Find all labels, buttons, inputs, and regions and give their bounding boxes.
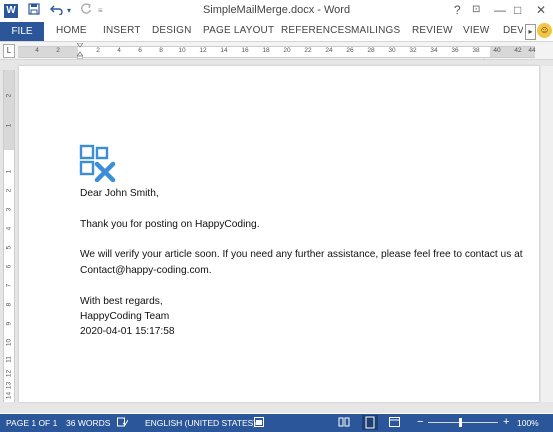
tab-view[interactable]: VIEW: [463, 25, 489, 36]
ruler-label: 2: [5, 188, 13, 193]
ruler-label: 11: [5, 356, 13, 363]
ruler-label: 8: [5, 302, 13, 307]
ruler-label: 30: [388, 47, 396, 54]
tab-selector[interactable]: L: [3, 44, 15, 58]
tab-page-layout[interactable]: PAGE LAYOUT: [203, 25, 274, 36]
timestamp-text[interactable]: 2020-04-01 15:17:58: [80, 326, 175, 337]
body-line-1[interactable]: Thank you for posting on HappyCoding.: [80, 219, 260, 230]
ruler-label: 18: [262, 47, 270, 54]
tab-references[interactable]: REFERENCES: [281, 25, 351, 36]
ruler-label: 10: [5, 338, 13, 347]
tab-developer[interactable]: DEVE: [503, 25, 523, 36]
tab-home[interactable]: HOME: [56, 25, 87, 36]
print-layout-icon[interactable]: [362, 415, 378, 430]
proofing-icon[interactable]: [117, 417, 129, 427]
ruler-label: 6: [5, 264, 13, 269]
horizontal-ruler[interactable]: 4 2 2 4 6 8 10 12 14 16 18 20 22 24 26 2…: [18, 46, 536, 58]
ruler-label: 3: [5, 207, 13, 212]
web-layout-icon[interactable]: [389, 417, 400, 427]
ruler-label: 2: [5, 93, 13, 98]
top-margin-area: [4, 70, 14, 150]
word-count[interactable]: 36 WORDS: [66, 418, 110, 428]
ribbon-display-options-icon[interactable]: ⊡: [472, 4, 480, 15]
zoom-level[interactable]: 100%: [517, 418, 539, 428]
ruler-label: 6: [138, 47, 142, 54]
company-logo: [79, 144, 117, 183]
ruler-label: 2: [56, 47, 60, 54]
ruler-label: 28: [367, 47, 375, 54]
ruler-label: 36: [451, 47, 459, 54]
ruler-label: 34: [430, 47, 438, 54]
greeting-text[interactable]: Dear John Smith,: [80, 188, 159, 199]
ruler-label: 26: [346, 47, 354, 54]
contact-email[interactable]: Contact@happy-coding.com.: [80, 265, 212, 276]
tab-mailings[interactable]: MAILINGS: [351, 25, 400, 36]
ruler-label: 42: [514, 47, 522, 54]
language-indicator[interactable]: ENGLISH (UNITED STATES): [145, 418, 256, 428]
ruler-label: 40: [493, 47, 501, 54]
ruler-label: 5: [5, 245, 13, 250]
tab-review[interactable]: REVIEW: [412, 25, 453, 36]
ruler-label: 44: [528, 47, 536, 54]
help-button[interactable]: ?: [454, 3, 461, 17]
restore-button[interactable]: □: [514, 3, 521, 17]
zoom-slider-thumb[interactable]: [459, 418, 462, 427]
window-title: SimpleMailMerge.docx - Word: [202, 4, 351, 16]
page-count[interactable]: PAGE 1 OF 1: [6, 418, 57, 428]
ruler-label: 8: [159, 47, 163, 54]
vertical-ruler[interactable]: 2 1 1 2 3 4 5 6 7 8 9 10 11 12 13 14: [3, 70, 15, 402]
ruler-label: 14: [220, 47, 228, 54]
body-line-2[interactable]: We will verify your article soon. If you…: [80, 249, 523, 260]
ruler-label: 24: [325, 47, 333, 54]
ruler-label: 7: [5, 283, 13, 288]
closing-text[interactable]: With best regards,: [80, 296, 163, 307]
indent-marker[interactable]: [76, 42, 84, 60]
ruler-label: 2: [96, 47, 100, 54]
ruler-label: 4: [35, 47, 39, 54]
zoom-out-button[interactable]: −: [417, 416, 423, 428]
ruler-label: 1: [5, 123, 13, 128]
ruler-label: 16: [241, 47, 249, 54]
ruler-label: 14: [5, 391, 13, 400]
zoom-slider[interactable]: [428, 422, 498, 423]
title-bar: W ▾ ≡ SimpleMailMerge.docx - Word ? ⊡ — …: [0, 0, 553, 22]
close-button[interactable]: ✕: [536, 3, 546, 17]
ruler-label: 20: [283, 47, 291, 54]
left-margin-area: [18, 47, 78, 57]
status-bar: PAGE 1 OF 1 36 WORDS ENGLISH (UNITED STA…: [0, 414, 553, 432]
signature-text[interactable]: HappyCoding Team: [80, 311, 169, 322]
ruler-label: 1: [5, 169, 13, 174]
ruler-label: 32: [409, 47, 417, 54]
ruler-label: 4: [117, 47, 121, 54]
ruler-label: 12: [199, 47, 207, 54]
tab-file[interactable]: FILE: [0, 22, 44, 41]
ribbon-scroll-arrow[interactable]: ▸: [525, 24, 536, 40]
ruler-label: 10: [178, 47, 186, 54]
ruler-label: 13: [5, 381, 13, 390]
read-mode-icon[interactable]: [338, 417, 350, 427]
tab-insert[interactable]: INSERT: [103, 25, 141, 36]
ruler-label: 22: [304, 47, 312, 54]
ruler-label: 4: [5, 226, 13, 231]
macro-recording-icon[interactable]: [254, 417, 264, 427]
vertical-scrollbar[interactable]: [541, 66, 553, 402]
minimize-button[interactable]: —: [494, 3, 506, 17]
ruler-label: 38: [472, 47, 480, 54]
document-page[interactable]: [19, 66, 539, 402]
tab-design[interactable]: DESIGN: [152, 25, 192, 36]
ruler-label: 9: [5, 321, 13, 326]
ruler-label: 12: [5, 369, 13, 378]
feedback-smiley-icon[interactable]: ☺: [537, 23, 552, 38]
zoom-in-button[interactable]: +: [503, 416, 509, 428]
